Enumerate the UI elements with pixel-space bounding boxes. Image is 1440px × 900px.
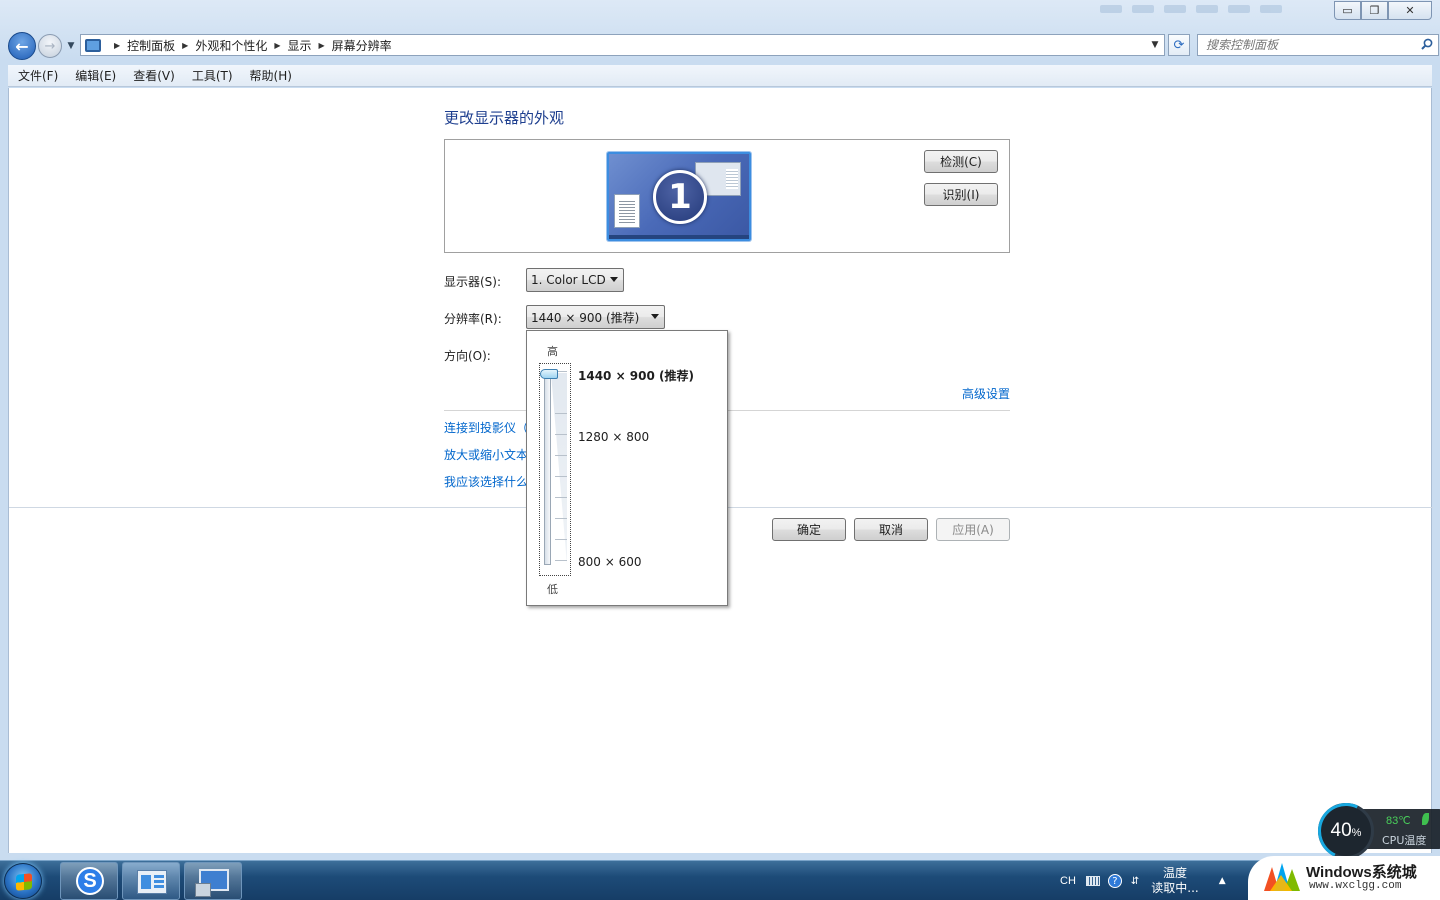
maximize-button[interactable]: ❐: [1361, 1, 1388, 20]
main-content: 更改显示器的外观 1 检测(C) 识别(I) 显示器(S): 1. Color …: [8, 88, 1433, 853]
chevron-right-icon[interactable]: ▶: [182, 41, 188, 50]
menu-file[interactable]: 文件(F): [8, 67, 66, 84]
resize-text-link[interactable]: 放大或缩小文本: [444, 446, 528, 463]
search-box[interactable]: [1197, 34, 1439, 56]
taskbar: S CH ? ⇵ 温度 读取中... ▲: [0, 860, 1440, 900]
recent-pages-dropdown[interactable]: ▼: [64, 41, 78, 51]
control-panel-window: ▭ ❐ ✕ ← → ▼ ▶ 控制面板 ▶ 外观和个性化 ▶ 显示 ▶ 屏幕分辨率…: [0, 0, 1440, 860]
menu-tools[interactable]: 工具(T): [183, 67, 241, 84]
watermark-title: Windows系统城: [1306, 864, 1417, 881]
ime-options-icon[interactable]: ⇵: [1131, 876, 1139, 887]
cpu-usage-unit: %: [1351, 827, 1362, 839]
taskbar-sogou[interactable]: S: [60, 862, 118, 900]
cpu-usage-value: 40: [1330, 820, 1352, 841]
chevron-down-icon: [651, 314, 659, 319]
resolution-option-1440x900[interactable]: 1440 × 900 (推荐): [578, 367, 694, 384]
monitor-document-icon: [614, 194, 640, 228]
breadcrumb-screen-resolution[interactable]: 屏幕分辨率: [332, 37, 392, 54]
language-indicator[interactable]: CH: [1060, 875, 1076, 887]
computer-icon: [85, 38, 101, 52]
cpu-temperature: 83℃: [1386, 815, 1411, 827]
resolution-label: 分辨率(R):: [444, 312, 502, 326]
which-settings-link[interactable]: 我应该选择什么: [444, 473, 528, 490]
show-hidden-icons-button[interactable]: ▲: [1219, 876, 1226, 886]
slider-low-label: 低: [547, 583, 558, 596]
taskbar-control-panel[interactable]: [122, 862, 180, 900]
forward-button[interactable]: →: [38, 34, 62, 58]
page-title: 更改显示器的外观: [444, 109, 565, 127]
resolution-slider-track[interactable]: [544, 371, 551, 565]
detect-button[interactable]: 检测(C): [924, 150, 998, 173]
resolution-option-1280x800[interactable]: 1280 × 800: [578, 430, 649, 444]
temperature-title: 温度: [1163, 866, 1188, 880]
monitor-preview-panel: 1 检测(C) 识别(I): [444, 139, 1010, 253]
menu-view[interactable]: 查看(V): [124, 67, 183, 84]
system-tray: CH ? ⇵ 温度 读取中... ▲: [1060, 861, 1236, 900]
connect-projector-link[interactable]: 连接到投影仪（: [444, 419, 528, 436]
advanced-settings-link[interactable]: 高级设置: [962, 385, 1010, 402]
watermark-url: www.wxclgg.com: [1309, 880, 1402, 892]
display-label: 显示器(S):: [444, 275, 502, 289]
caption-buttons: ▭ ❐ ✕: [1334, 1, 1432, 20]
title-bar-glass: [1100, 2, 1340, 16]
taskbar-display-settings[interactable]: [184, 862, 242, 900]
resolution-select-value: 1440 × 900 (推荐): [531, 310, 640, 325]
control-panel-icon: [137, 870, 167, 894]
resolution-dropdown: 高 1440 × 900 (推荐) 1280 × 800 800 × 600 低: [526, 330, 728, 606]
cancel-button[interactable]: 取消: [854, 518, 928, 541]
orientation-label: 方向(O):: [444, 349, 491, 363]
menu-help[interactable]: 帮助(H): [241, 67, 300, 84]
help-icon[interactable]: ?: [1107, 874, 1122, 888]
slider-high-label: 高: [547, 345, 558, 358]
chevron-right-icon[interactable]: ▶: [274, 41, 280, 50]
display-select[interactable]: 1. Color LCD: [526, 268, 624, 292]
display-icon: [195, 869, 229, 897]
resolution-option-800x600[interactable]: 800 × 600: [578, 555, 642, 569]
address-bar[interactable]: ▶ 控制面板 ▶ 外观和个性化 ▶ 显示 ▶ 屏幕分辨率 ▼: [80, 34, 1165, 56]
windows-logo-icon: [16, 873, 32, 891]
start-button[interactable]: [4, 863, 42, 899]
menu-bar: 文件(F) 编辑(E) 查看(V) 工具(T) 帮助(H): [8, 65, 1432, 87]
apply-button[interactable]: 应用(A): [936, 518, 1010, 541]
sogou-icon: S: [76, 867, 104, 895]
resolution-slider-ticks: [555, 371, 567, 567]
monitor-taskbar: [609, 235, 749, 239]
resolution-slider-thumb[interactable]: [540, 369, 558, 379]
chevron-right-icon[interactable]: ▶: [319, 41, 325, 50]
navigation-bar: ← → ▼ ▶ 控制面板 ▶ 外观和个性化 ▶ 显示 ▶ 屏幕分辨率 ▼ ⟳: [8, 30, 1439, 62]
search-icon[interactable]: [1421, 38, 1433, 50]
ok-button[interactable]: 确定: [772, 518, 846, 541]
breadcrumb-control-panel[interactable]: 控制面板: [127, 37, 175, 54]
minimize-button[interactable]: ▭: [1334, 1, 1361, 20]
keyboard-icon[interactable]: [1085, 876, 1100, 886]
refresh-icon[interactable]: ⟳: [1168, 34, 1190, 56]
temperature-tray-widget[interactable]: 温度 读取中...: [1151, 866, 1198, 896]
temperature-status: 读取中...: [1151, 881, 1199, 895]
back-button[interactable]: ←: [8, 32, 36, 60]
display-select-value: 1. Color LCD: [531, 273, 606, 287]
address-dropdown-icon[interactable]: ▼: [1146, 35, 1164, 55]
cpu-temperature-label: CPU温度: [1382, 834, 1427, 847]
breadcrumb-display[interactable]: 显示: [288, 37, 312, 54]
cpu-usage-gauge: 40%: [1318, 803, 1374, 859]
monitor-number-badge: 1: [653, 170, 707, 224]
identify-button[interactable]: 识别(I): [924, 183, 998, 206]
site-watermark: Windows系统城 www.wxclgg.com: [1248, 856, 1440, 900]
cpu-monitor-widget[interactable]: 40% 83℃ CPU温度: [1318, 803, 1440, 859]
chevron-right-icon[interactable]: ▶: [114, 41, 120, 50]
breadcrumb-appearance[interactable]: 外观和个性化: [195, 37, 267, 54]
resolution-select[interactable]: 1440 × 900 (推荐): [526, 305, 665, 329]
chevron-down-icon: [610, 277, 618, 282]
windows-logo-watermark-icon: [1264, 863, 1300, 891]
search-input[interactable]: [1198, 35, 1408, 55]
monitor-1-thumbnail[interactable]: 1: [607, 152, 751, 241]
close-button[interactable]: ✕: [1388, 1, 1432, 20]
menu-edit[interactable]: 编辑(E): [66, 67, 124, 84]
